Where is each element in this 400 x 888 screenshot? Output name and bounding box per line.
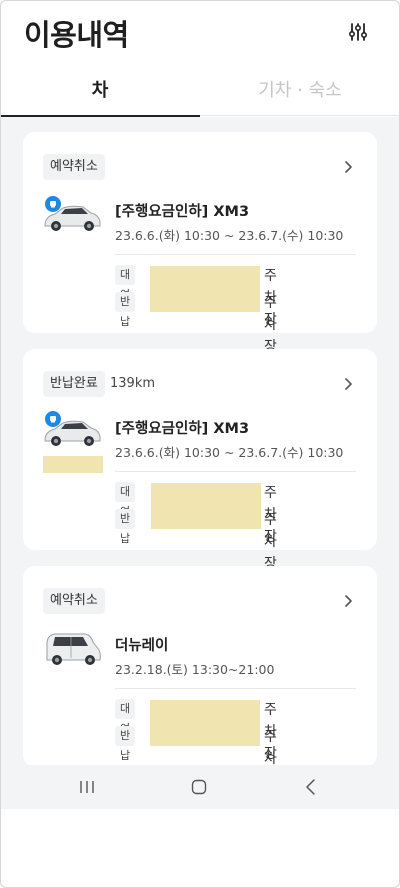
recent-apps-button[interactable] — [74, 775, 100, 799]
page-title: 이용내역 — [24, 18, 129, 52]
sliders-icon — [348, 23, 368, 41]
return-suffix: 주차장 — [264, 729, 277, 765]
system-nav-bar — [0, 765, 400, 809]
status-badge: 반납완료 — [43, 371, 105, 397]
app-header: 이용내역 — [0, 0, 400, 62]
tab-car[interactable]: 차 — [0, 62, 200, 117]
status-badge: 예약취소 — [43, 154, 105, 180]
redacted-location — [151, 483, 261, 529]
car-badge-icon — [50, 201, 56, 208]
booking-card[interactable]: 반납완료 139km [주행요금인하] XM3 23.6.6.(화) 10:30… — [23, 349, 377, 572]
back-icon — [306, 779, 315, 795]
divider — [115, 254, 356, 255]
car-name: [주행요금인하] XM3 — [115, 421, 250, 437]
return-tag: 반납 — [115, 509, 136, 545]
chevron-right-icon[interactable] — [341, 158, 357, 176]
return-tag: 반납 — [115, 292, 136, 328]
car-type-badge — [45, 196, 61, 212]
car-badge-icon — [50, 416, 56, 423]
redacted-location — [150, 266, 260, 312]
home-icon — [191, 779, 207, 795]
divider — [115, 688, 356, 689]
home-button[interactable] — [186, 775, 212, 799]
chevron-right-icon[interactable] — [341, 375, 357, 393]
rental-period: 23.6.6.(화) 10:30 ~ 23.6.7.(수) 10:30 — [115, 445, 344, 460]
tab-train-lodging-label: 기차 · 숙소 — [258, 80, 342, 101]
recent-apps-icon — [80, 781, 94, 793]
redacted-location — [150, 700, 260, 746]
distance-driven: 139km — [110, 376, 156, 391]
status-badge: 예약취소 — [43, 588, 105, 614]
booking-card[interactable]: 예약취소 더뉴레이 23.2.18.(토) 13:30~21:00 대여 주차장… — [23, 566, 377, 765]
booking-list: 예약취소 [주행요금인하] XM3 23.6.6.(화) 10:30 ~ 23.… — [0, 117, 400, 765]
pickup-tag: 대여 — [115, 699, 136, 735]
tab-car-label: 차 — [91, 80, 109, 101]
redacted-plate — [43, 456, 103, 473]
return-tag: 반납 — [115, 726, 136, 762]
tab-train-lodging[interactable]: 기차 · 숙소 — [200, 62, 400, 116]
car-type-badge — [45, 411, 61, 427]
divider — [115, 471, 356, 472]
tab-bar: 차 기차 · 숙소 — [0, 62, 400, 117]
filter-button[interactable] — [346, 20, 370, 44]
rental-period: 23.6.6.(화) 10:30 ~ 23.6.7.(수) 10:30 — [115, 228, 344, 243]
car-image — [46, 633, 101, 665]
pickup-tag: 대여 — [115, 265, 136, 301]
pickup-tag: 대여 — [115, 482, 136, 518]
car-name: 더뉴레이 — [115, 638, 169, 654]
back-button[interactable] — [298, 775, 324, 799]
car-name: [주행요금인하] XM3 — [115, 204, 250, 220]
chevron-right-icon[interactable] — [341, 592, 357, 610]
booking-card[interactable]: 예약취소 [주행요금인하] XM3 23.6.6.(화) 10:30 ~ 23.… — [23, 132, 377, 355]
rental-period: 23.2.18.(토) 13:30~21:00 — [115, 662, 275, 677]
